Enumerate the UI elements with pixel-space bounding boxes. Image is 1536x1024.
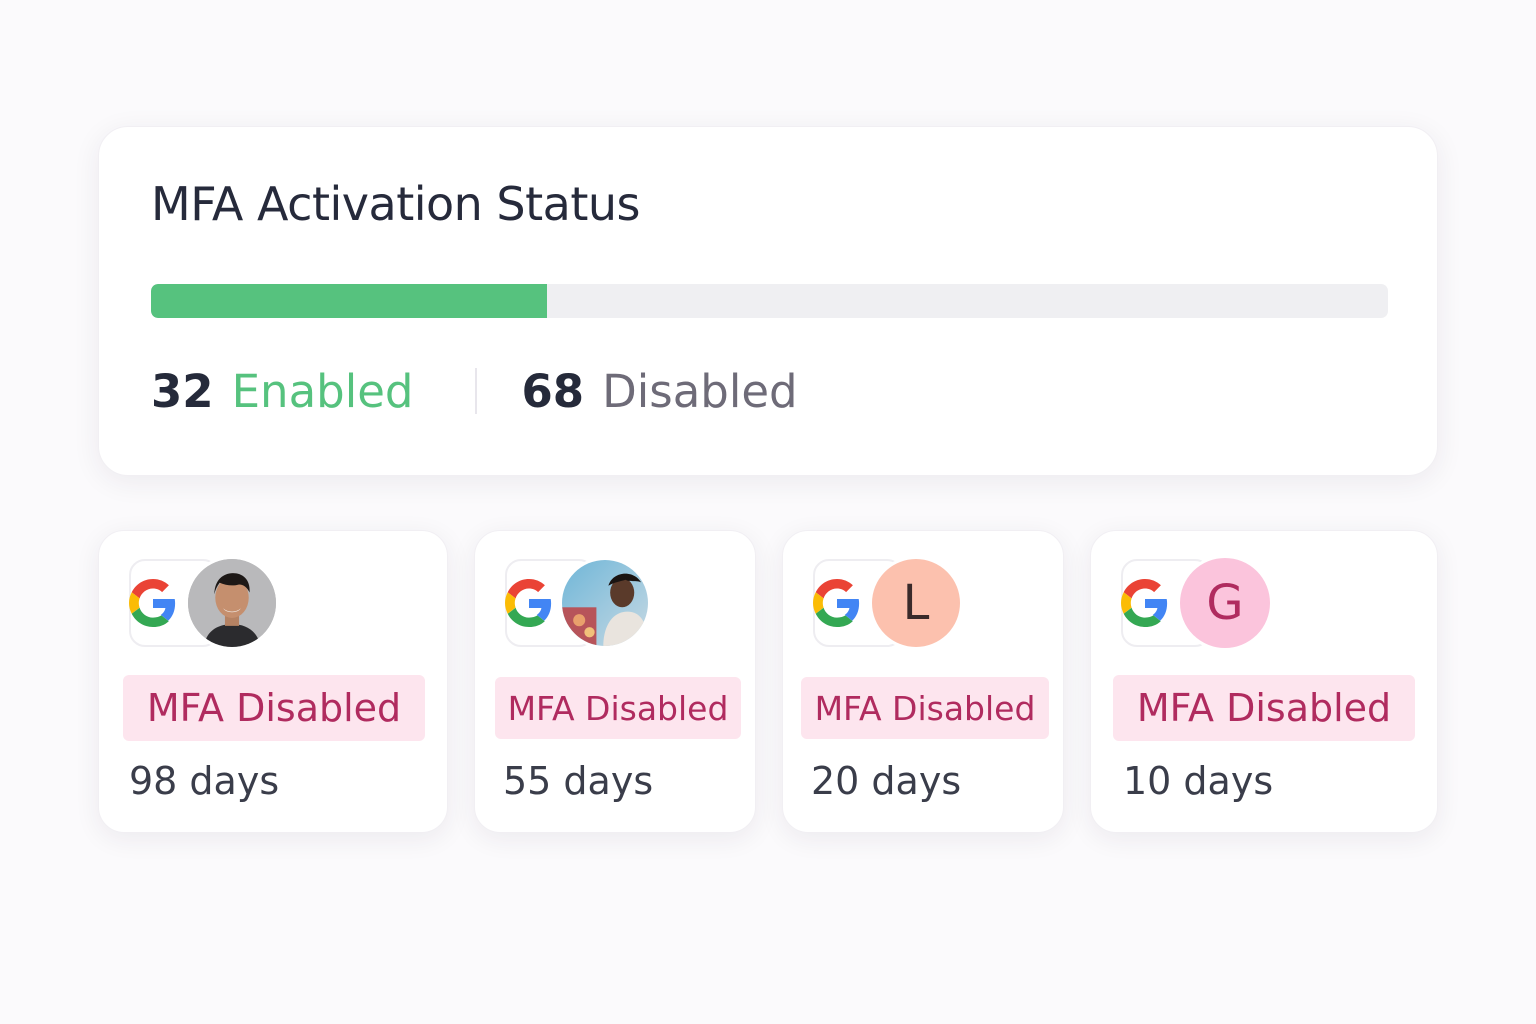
- user-avatar-photo: [559, 557, 651, 649]
- mfa-status-badge: MFA Disabled: [1113, 675, 1415, 741]
- user-avatar-initial: G: [1177, 555, 1273, 651]
- disabled-duration: 20 days: [811, 759, 962, 803]
- user-card[interactable]: G MFA Disabled 10 days: [1090, 530, 1438, 833]
- enabled-stat: 32 Enabled: [151, 365, 413, 418]
- mfa-status-badge: MFA Disabled: [801, 677, 1049, 739]
- user-card[interactable]: L MFA Disabled 20 days: [782, 530, 1064, 833]
- mfa-progress-bar: [151, 284, 1388, 318]
- avatar-initial: G: [1206, 575, 1244, 631]
- mfa-status-card: MFA Activation Status 32 Enabled 68 Disa…: [98, 126, 1438, 476]
- enabled-count: 32: [151, 364, 214, 418]
- user-avatar-initial: L: [869, 556, 963, 650]
- disabled-label: Disabled: [602, 364, 798, 418]
- avatar-initial: L: [902, 575, 930, 631]
- disabled-stat: 68 Disabled: [521, 365, 797, 418]
- disabled-duration: 55 days: [503, 759, 654, 803]
- status-title: MFA Activation Status: [151, 177, 641, 231]
- user-card[interactable]: MFA Disabled 55 days: [474, 530, 756, 833]
- disabled-duration: 98 days: [129, 759, 280, 803]
- status-summary: 32 Enabled 68 Disabled: [151, 361, 798, 421]
- disabled-count: 68: [521, 364, 585, 418]
- mfa-dashboard: MFA Activation Status 32 Enabled 68 Disa…: [0, 0, 1536, 1024]
- stat-divider: [475, 368, 478, 414]
- user-card[interactable]: MFA Disabled 98 days: [98, 530, 448, 833]
- user-avatar-photo: [185, 556, 279, 650]
- mfa-progress-fill: [151, 284, 547, 318]
- mfa-status-badge: MFA Disabled: [495, 677, 741, 739]
- mfa-status-badge: MFA Disabled: [123, 675, 425, 741]
- disabled-duration: 10 days: [1123, 759, 1274, 803]
- enabled-label: Enabled: [231, 364, 414, 418]
